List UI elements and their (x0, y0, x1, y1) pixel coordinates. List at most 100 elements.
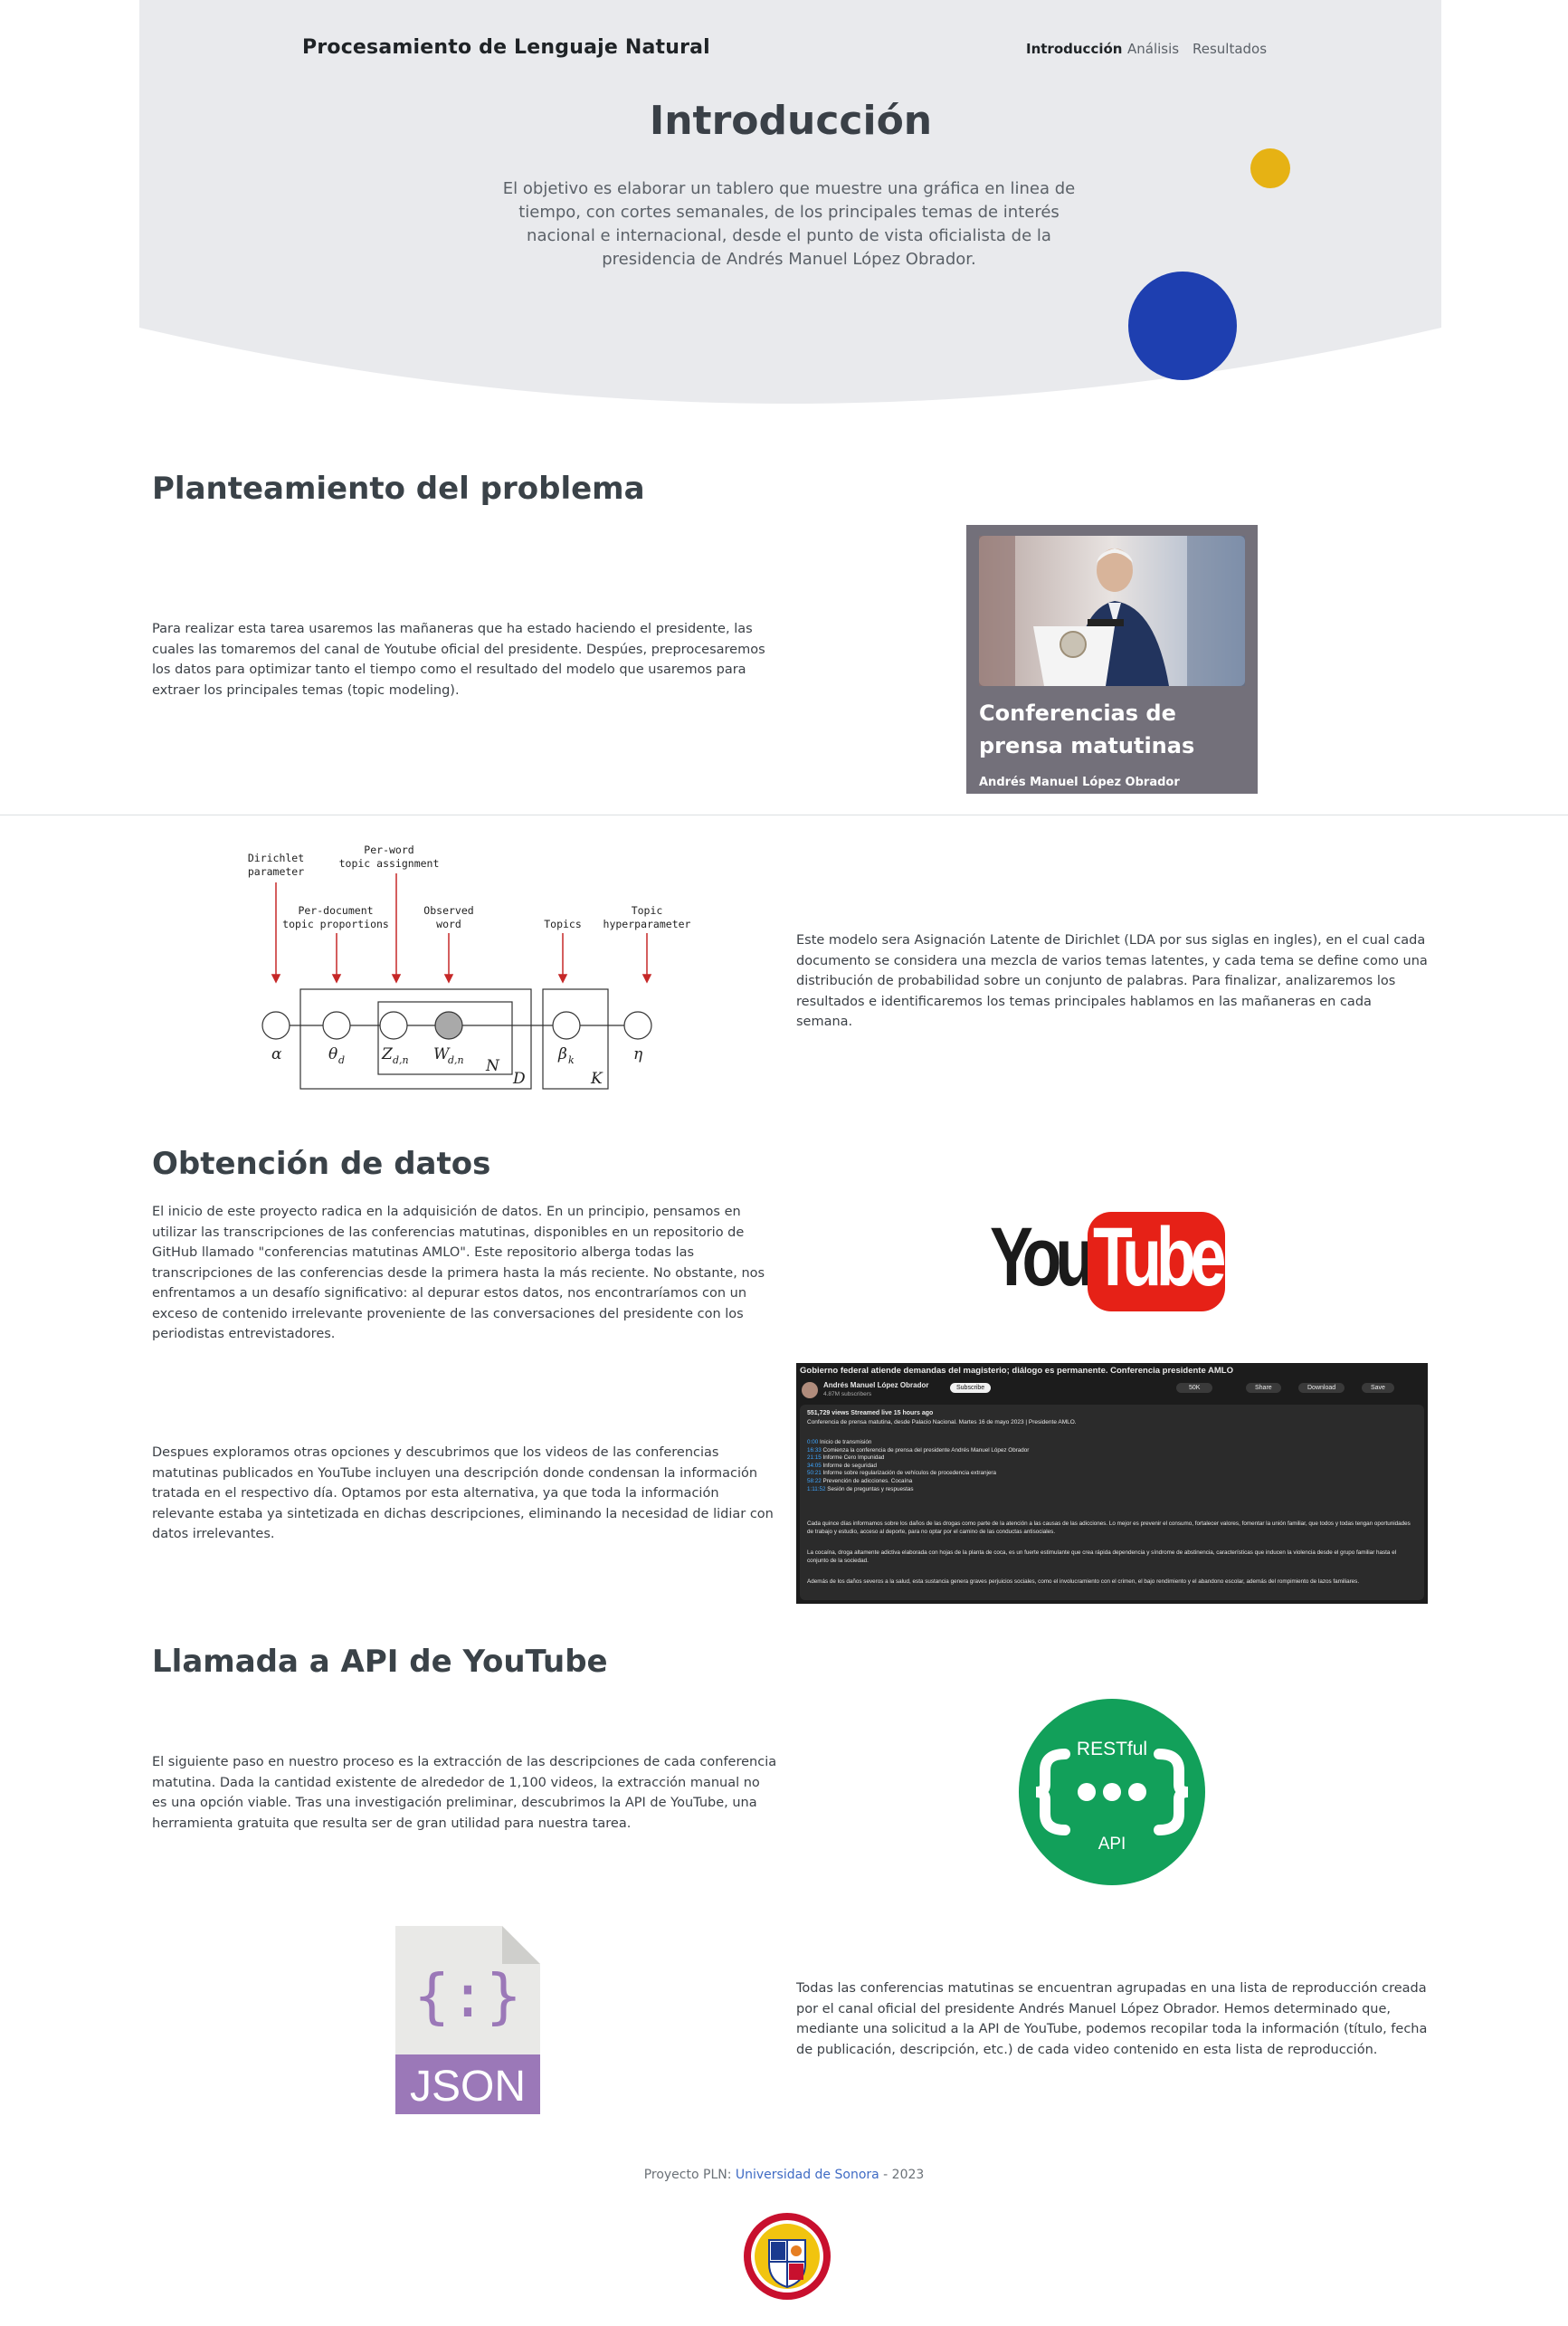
card-subtitle: Andrés Manuel López Obrador (979, 776, 1180, 789)
label-observed-1: Observed (423, 904, 473, 917)
youtube-video-screenshot: Gobierno federal atiende demandas del ma… (796, 1363, 1428, 1604)
label-dirichlet-1: Dirichlet (248, 852, 304, 864)
yt-paragraph-3: Además de los daños severos a la salud, … (807, 1578, 1360, 1585)
yt-paragraph-2: La cocaína, droga altamente adictiva ela… (807, 1549, 1397, 1564)
yt-share-button: Share (1246, 1383, 1281, 1393)
json-glyph: {:} (413, 1961, 521, 2031)
yt-chapter-time[interactable]: 50:21 (807, 1470, 822, 1476)
label-observed-2: word (436, 918, 461, 930)
yt-chapter-label: Comienza la conferencia de prensa del pr… (821, 1446, 1030, 1454)
yt-chapter-row: 0:00 Inicio de transmisión (807, 1439, 1029, 1447)
api-text-2: Todas las conferencias matutinas se encu… (796, 1981, 1428, 2057)
diagram-labels: Dirichlet parameter Per-word topic assig… (248, 844, 691, 930)
yt-channel-avatar (802, 1382, 818, 1398)
label-perdoc-2: topic proportions (282, 918, 389, 930)
section-heading-data: Obtención de datos (152, 1146, 491, 1182)
yt-subscriber-count: 4.87M subscribers (823, 1391, 872, 1397)
yt-chapter-label: Informe sobre regularización de vehículo… (821, 1470, 996, 1477)
yt-channel-name: Andrés Manuel López Obrador (823, 1381, 929, 1389)
label-perword-1: Per-word (364, 844, 413, 856)
yt-chapter-time[interactable]: 34:05 (807, 1463, 822, 1469)
nav-link-introduccion[interactable]: Introducción (1026, 41, 1122, 57)
label-perword-2: topic assignment (339, 857, 440, 870)
conference-card[interactable]: Conferencias de prensa matutinas Andrés … (966, 525, 1258, 794)
symbol-alpha: α (271, 1045, 282, 1063)
yt-save-button: Save (1362, 1383, 1394, 1393)
yt-chapter-label: Sesión de preguntas y respuestas (825, 1485, 914, 1492)
diagram-symbols: α θ d Z d,n W d,n β k η N D K (271, 1045, 643, 1088)
president-photo (979, 536, 1245, 686)
json-file-icon: {:} JSON (395, 1926, 540, 2114)
symbol-beta: β (557, 1045, 567, 1063)
yt-chapter-label: Inicio de transmisión (818, 1439, 872, 1445)
yt-chapter-label: Informe de seguridad (821, 1462, 878, 1469)
university-seal-icon (744, 2213, 831, 2300)
symbol-z-sub: d,n (393, 1054, 409, 1066)
label-perdoc-1: Per-document (298, 904, 373, 917)
youtube-logo-you: You (990, 1211, 1095, 1303)
yt-short-description: Conferencia de prensa matutina, desde Pa… (807, 1419, 1077, 1425)
section-heading-api: Llamada a API de YouTube (152, 1644, 608, 1680)
card-title: Conferencias de prensa matutinas (979, 701, 1195, 758)
yt-chapter-label: Prevención de adicciones. Cocaína (821, 1477, 913, 1484)
yt-chapter-row: 1:11:52 Sesión de preguntas y respuestas (807, 1486, 1029, 1494)
page-title: Introducción (649, 98, 933, 144)
footer-university-link[interactable]: Universidad de Sonora (736, 2168, 879, 2182)
yt-chapter-row: 58:22 Prevención de adicciones. Cocaína (807, 1478, 1029, 1486)
yt-chapter-list: 0:00 Inicio de transmisión 16:33 Comienza… (807, 1439, 1029, 1493)
symbol-beta-sub: k (568, 1054, 575, 1066)
yt-chapter-row: 50:21 Informe sobre regularización de ve… (807, 1470, 1029, 1478)
section-heading-problem: Planteamiento del problema (152, 471, 645, 507)
symbol-d: D (512, 1070, 526, 1088)
yt-chapter-row: 21:15 Informe Cero Impunidad (807, 1454, 1029, 1463)
restful-label: RESTful (1077, 1739, 1147, 1759)
hero-description: El objetivo es elaborar un tablero que m… (502, 179, 1076, 269)
symbol-eta: η (633, 1045, 643, 1063)
yt-chapter-time[interactable]: 16:33 (807, 1447, 822, 1454)
symbol-theta: θ (328, 1045, 337, 1063)
lda-plate-diagram: Dirichlet parameter Per-word topic assig… (248, 844, 691, 1090)
problem-text: Para realizar esta tarea usaremos las ma… (152, 622, 765, 698)
youtube-logo-icon: You Tube (990, 1210, 1234, 1314)
yt-subscribe-button: Subscribe (950, 1383, 992, 1393)
footer-prefix: Proyecto PLN: (643, 2168, 736, 2182)
diagram-nodes (261, 1011, 652, 1040)
yt-chapter-time[interactable]: 21:15 (807, 1454, 822, 1461)
blue-dot-decoration (1128, 272, 1237, 380)
nav-link-analisis[interactable]: Análisis (1127, 41, 1179, 57)
data-text-1: El inicio de este proyecto radica en la … (152, 1205, 765, 1341)
diagram-plates (299, 988, 609, 1090)
symbol-n: N (485, 1057, 500, 1075)
footer-suffix: - 2023 (879, 2168, 925, 2182)
restful-api-icon: RESTful API (1019, 1699, 1205, 1885)
yt-chapter-label: Informe Cero Impunidad (821, 1454, 885, 1462)
symbol-k: K (590, 1070, 603, 1088)
label-dirichlet-2: parameter (248, 865, 304, 878)
symbol-w-sub: d,n (448, 1054, 464, 1066)
lda-text: Este modelo sera Asignación Latente de D… (796, 933, 1428, 1029)
symbol-theta-sub: d (338, 1054, 345, 1066)
yt-chapter-time[interactable]: 1:11:52 (807, 1486, 826, 1492)
site-title[interactable]: Procesamiento de Lenguaje Natural (302, 36, 710, 59)
symbol-z: Z (381, 1045, 394, 1063)
yt-paragraph-1: Cada quince días informamos sobre los da… (807, 1520, 1411, 1535)
yt-view-stats: 551,729 views Streamed live 15 hours ago (807, 1410, 934, 1416)
yt-chapter-row: 34:05 Informe de seguridad (807, 1463, 1029, 1471)
yt-chapter-time[interactable]: 58:22 (807, 1478, 822, 1484)
yellow-dot-decoration (1250, 148, 1290, 188)
footer-credit: Proyecto PLN: Universidad de Sonora - 20… (0, 2168, 1568, 2182)
api-label: API (1098, 1835, 1126, 1854)
youtube-logo-tube: Tube (1093, 1211, 1226, 1303)
label-topics: Topics (544, 918, 582, 930)
yt-video-title: Gobierno federal atiende demandas del ma… (800, 1366, 1233, 1376)
label-topic-hyper-2: hyperparameter (603, 918, 691, 930)
yt-chapter-time[interactable]: 0:00 (807, 1439, 818, 1445)
json-label: JSON (410, 2063, 526, 2111)
data-text-2: Despues exploramos otras opciones y desc… (152, 1445, 774, 1541)
yt-chapter-row: 16:33 Comienza la conferencia de prensa … (807, 1447, 1029, 1455)
label-topic-hyper-1: Topic (632, 904, 663, 917)
yt-like-button: 50K (1176, 1383, 1213, 1393)
yt-download-button: Download (1298, 1383, 1345, 1393)
yt-description-box (800, 1405, 1424, 1600)
nav-link-resultados[interactable]: Resultados (1193, 41, 1267, 57)
